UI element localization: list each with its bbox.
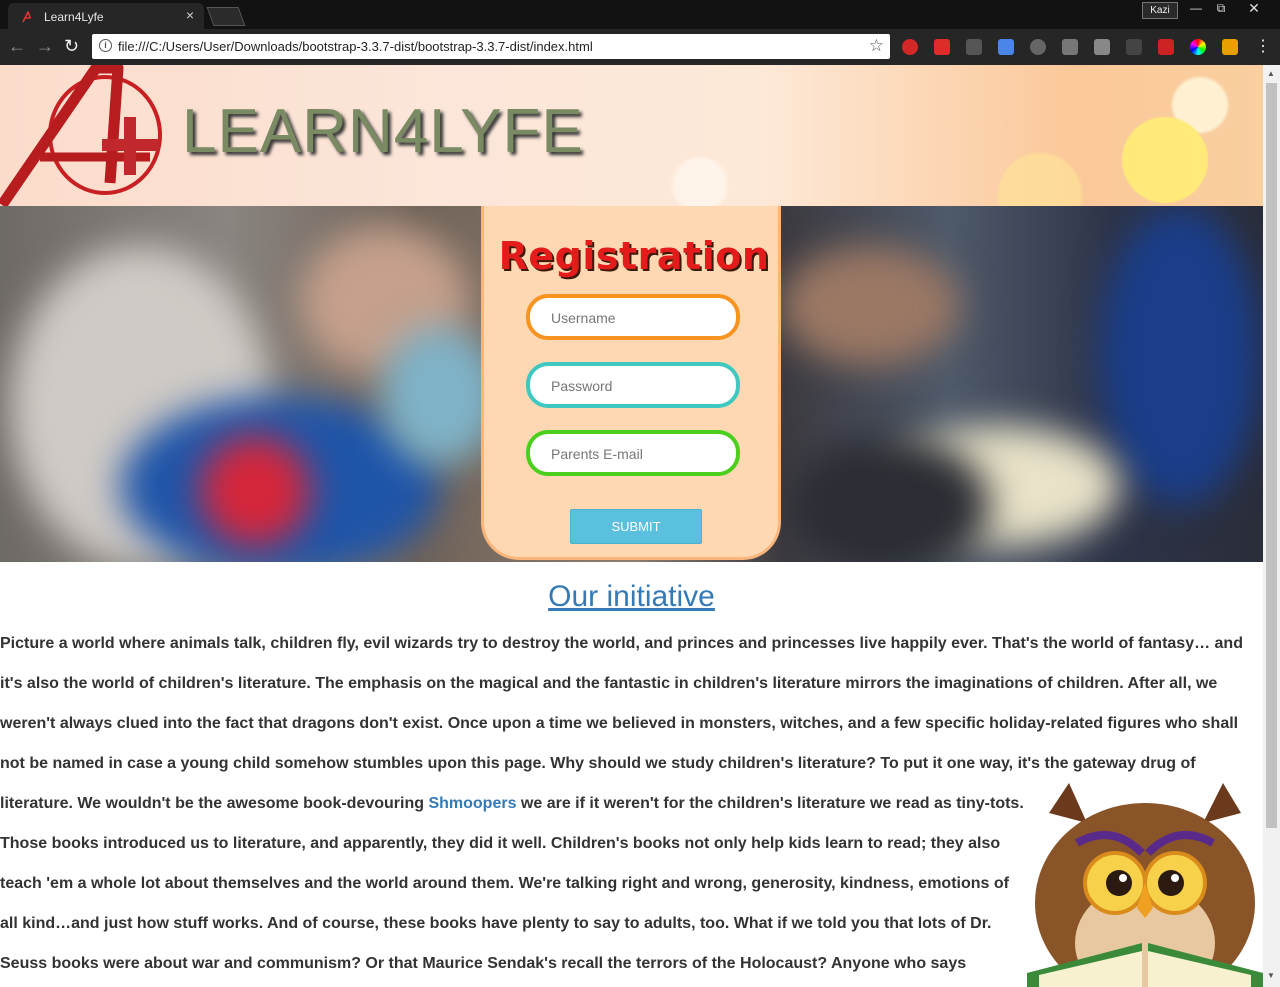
photo-blue-cabinet bbox=[1100, 206, 1260, 506]
paragraph-line: all kind…and just how stuff works. And o… bbox=[0, 915, 992, 932]
brand-title: LEARN4LYFE bbox=[182, 97, 584, 166]
extension-hammer-icon[interactable] bbox=[1062, 39, 1078, 55]
back-icon[interactable]: ← bbox=[8, 37, 26, 55]
registration-card: Registration Username Password Parents E… bbox=[481, 206, 781, 560]
bookmark-star-icon[interactable]: ☆ bbox=[869, 36, 884, 56]
site-favicon-icon bbox=[22, 11, 31, 23]
profile-button[interactable]: Kazi bbox=[1142, 2, 1178, 19]
submit-button[interactable]: SUBMIT bbox=[570, 509, 702, 544]
paragraph-line: not be named in case a young child someh… bbox=[0, 755, 1196, 772]
extension-shield-icon[interactable] bbox=[902, 39, 918, 55]
registration-title: Registration bbox=[498, 234, 770, 278]
username-input[interactable]: Username bbox=[526, 294, 740, 340]
close-window-icon[interactable]: ✕ bbox=[1243, 1, 1265, 17]
forward-icon[interactable]: → bbox=[36, 37, 54, 55]
hero-banner: Registration Username Password Parents E… bbox=[0, 206, 1263, 562]
extension-analytics-icon[interactable] bbox=[1158, 39, 1174, 55]
restore-icon[interactable]: ⧉ bbox=[1210, 2, 1232, 17]
paragraph-text: we are if it weren't for the children's … bbox=[516, 795, 1024, 812]
paragraph-line: Those books introduced us to literature,… bbox=[0, 835, 1001, 852]
photo-background-shelf bbox=[780, 246, 960, 366]
address-bar[interactable]: i file:///C:/Users/User/Downloads/bootst… bbox=[92, 34, 890, 59]
vertical-scrollbar[interactable]: ▲ ▼ bbox=[1263, 65, 1280, 987]
scroll-up-icon[interactable]: ▲ bbox=[1267, 69, 1275, 78]
paragraph-text: literature. We wouldn't be the awesome b… bbox=[0, 795, 429, 812]
site-header: LEARN4LYFE bbox=[0, 65, 1263, 206]
paragraph-line: Picture a world where animals talk, chil… bbox=[0, 635, 1243, 652]
extension-video-icon[interactable] bbox=[934, 39, 950, 55]
tab-bar: Learn4Lyfe × Kazi — ⧉ ✕ bbox=[0, 0, 1280, 29]
paragraph-line: it's also the world of children's litera… bbox=[0, 675, 1218, 692]
reading-owl-icon bbox=[1027, 783, 1263, 987]
paragraph-line: weren't always clued into the fact that … bbox=[0, 715, 1239, 732]
tab-close-icon[interactable]: × bbox=[186, 8, 194, 22]
initiative-heading-link[interactable]: Our initiative bbox=[0, 580, 1263, 614]
page-viewport: LEARN4LYFE Registration Username Passwor… bbox=[0, 65, 1263, 987]
paragraph-line: teach 'em a whole lot about themselves a… bbox=[0, 875, 1009, 892]
url-text[interactable]: file:///C:/Users/User/Downloads/bootstra… bbox=[118, 39, 593, 54]
extension-bulb-icon[interactable] bbox=[1030, 39, 1046, 55]
shmoopers-link[interactable]: Shmoopers bbox=[428, 795, 516, 812]
paragraph-line: Seuss books were about war and communism… bbox=[0, 955, 967, 972]
browser-toolbar: ← → ↻ i file:///C:/Users/User/Downloads/… bbox=[0, 29, 1280, 65]
info-icon[interactable]: i bbox=[99, 39, 112, 52]
extension-color-icon[interactable] bbox=[1190, 39, 1206, 55]
extension-tool-icon[interactable] bbox=[1222, 39, 1238, 55]
extension-chart-icon[interactable] bbox=[1094, 39, 1110, 55]
extension-translate-icon[interactable] bbox=[998, 39, 1014, 55]
scroll-down-icon[interactable]: ▼ bbox=[1267, 971, 1275, 980]
parents-email-input[interactable]: Parents E-mail bbox=[526, 430, 740, 476]
minimize-icon[interactable]: — bbox=[1185, 2, 1207, 17]
password-input[interactable]: Password bbox=[526, 362, 740, 408]
extension-grid-icon[interactable] bbox=[1126, 39, 1142, 55]
new-tab-button[interactable] bbox=[206, 7, 246, 26]
paragraph-line: literature. We wouldn't be the awesome b… bbox=[0, 795, 1024, 813]
reload-icon[interactable]: ↻ bbox=[64, 37, 79, 55]
scrollbar-thumb[interactable] bbox=[1266, 83, 1277, 828]
photo-red-object bbox=[200, 436, 310, 546]
menu-icon[interactable]: ⋮ bbox=[1255, 38, 1271, 56]
browser-tab[interactable]: Learn4Lyfe × bbox=[8, 3, 204, 29]
tab-title: Learn4Lyfe bbox=[44, 10, 104, 24]
a-plus-logo-icon bbox=[0, 65, 162, 206]
extension-reader-icon[interactable] bbox=[966, 39, 982, 55]
